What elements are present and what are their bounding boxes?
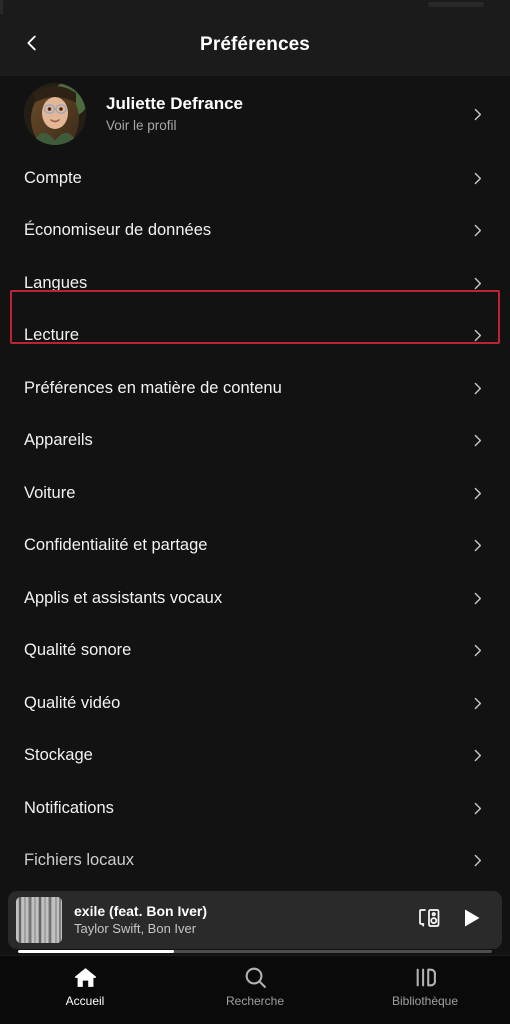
connect-device-button[interactable] [408,899,450,941]
settings-row[interactable]: Économiseur de données [0,205,510,258]
chevron-left-icon [21,32,43,59]
nav-item-accueil[interactable]: Accueil [0,964,170,1008]
settings-row-label: Compte [24,168,82,187]
settings-list: Compte Économiseur de données Langues Lectu… [0,152,510,887]
settings-row[interactable]: Notifications [0,782,510,835]
back-button[interactable] [12,25,52,65]
playback-progress-fill [18,950,175,953]
nav-item-bibliothque[interactable]: Bibliothèque [340,964,510,1008]
chevron-right-icon [469,852,486,869]
nav-item-recherche[interactable]: Recherche [170,964,340,1008]
chevron-right-icon [469,432,486,449]
settings-row-label: Lecture [24,326,80,345]
chevron-right-icon [469,590,486,607]
chevron-right-icon [469,380,486,397]
profile-text: Juliette Defrance Voir le profil [106,93,469,135]
settings-row[interactable]: Applis et assistants vocaux [0,572,510,625]
play-icon [459,906,483,935]
nav-item-label: Bibliothèque [391,994,459,1008]
settings-row[interactable]: Stockage [0,730,510,783]
library-icon [413,964,438,990]
settings-row[interactable]: Voiture [0,467,510,520]
track-artists: Taylor Swift, Bon Iver [74,921,197,936]
app-screen: Préférences Juliette Defrance Voir le pr… [0,0,510,1024]
spotify-connect-devices-icon [417,907,441,934]
settings-row[interactable]: Langues [0,257,510,310]
settings-row-label: Voiture [24,483,76,502]
status-bar [0,0,510,14]
chevron-right-icon [469,537,486,554]
settings-scroll-area[interactable]: Juliette Defrance Voir le profil Compte É… [0,76,510,955]
profile-name: Juliette Defrance [106,94,243,113]
home-icon [73,964,98,990]
chevron-right-icon [469,800,486,817]
settings-row-label: Notifications [24,798,114,817]
nav-item-label: Recherche [225,994,285,1008]
settings-row[interactable]: Qualité sonore [0,625,510,678]
settings-row-label: Qualité sonore [24,641,132,660]
album-art[interactable] [16,897,62,943]
settings-row-label: Appareils [24,431,93,450]
album-art-forest [16,897,62,943]
search-icon [243,964,268,990]
page-title: Préférences [200,34,310,55]
settings-row-label: Langues [24,273,88,292]
settings-row[interactable]: Qualité vidéo [0,677,510,730]
chevron-right-icon [469,747,486,764]
settings-row-label: Préférences en matière de contenu [24,378,282,397]
profile-subtitle: Voir le profil [106,118,177,133]
chevron-right-icon [469,222,486,239]
settings-row-label: Confidentialité et partage [24,536,208,555]
now-playing-container: exile (feat. Bon Iver) Taylor Swift, Bon… [0,891,510,955]
chevron-right-icon [469,485,486,502]
settings-row-label: Stockage [24,746,93,765]
avatar [24,83,86,145]
track-title: exile (feat. Bon Iver) [74,903,208,919]
user-avatar-photo [24,83,86,145]
page-header: Préférences [0,14,510,76]
settings-row-label: Applis et assistants vocaux [24,588,223,607]
now-playing-bar[interactable]: exile (feat. Bon Iver) Taylor Swift, Bon… [8,891,502,953]
settings-row[interactable]: Fichiers locaux [0,835,510,888]
status-bar-indicator [428,2,484,7]
chevron-right-icon [469,642,486,659]
play-button[interactable] [450,899,492,941]
chevron-right-icon [469,327,486,344]
settings-row-label: Économiseur de données [24,221,212,240]
settings-row[interactable]: Lecture [0,310,510,363]
profile-row[interactable]: Juliette Defrance Voir le profil [0,76,510,152]
chevron-right-icon [469,695,486,712]
chevron-right-icon [469,275,486,292]
settings-row-label: Fichiers locaux [24,851,135,870]
now-playing-text: exile (feat. Bon Iver) Taylor Swift, Bon… [74,902,408,938]
chevron-right-icon [469,170,486,187]
chevron-right-icon [469,106,486,123]
settings-row[interactable]: Confidentialité et partage [0,520,510,573]
settings-row[interactable]: Appareils [0,415,510,468]
screen-edge [0,0,3,14]
bottom-navigation: Accueil Recherche Bibliothèque [0,955,510,1024]
settings-row[interactable]: Préférences en matière de contenu [0,362,510,415]
settings-row[interactable]: Compte [0,152,510,205]
settings-row-label: Qualité vidéo [24,693,121,712]
nav-item-label: Accueil [65,994,105,1008]
playback-progress-bar[interactable] [18,950,492,953]
